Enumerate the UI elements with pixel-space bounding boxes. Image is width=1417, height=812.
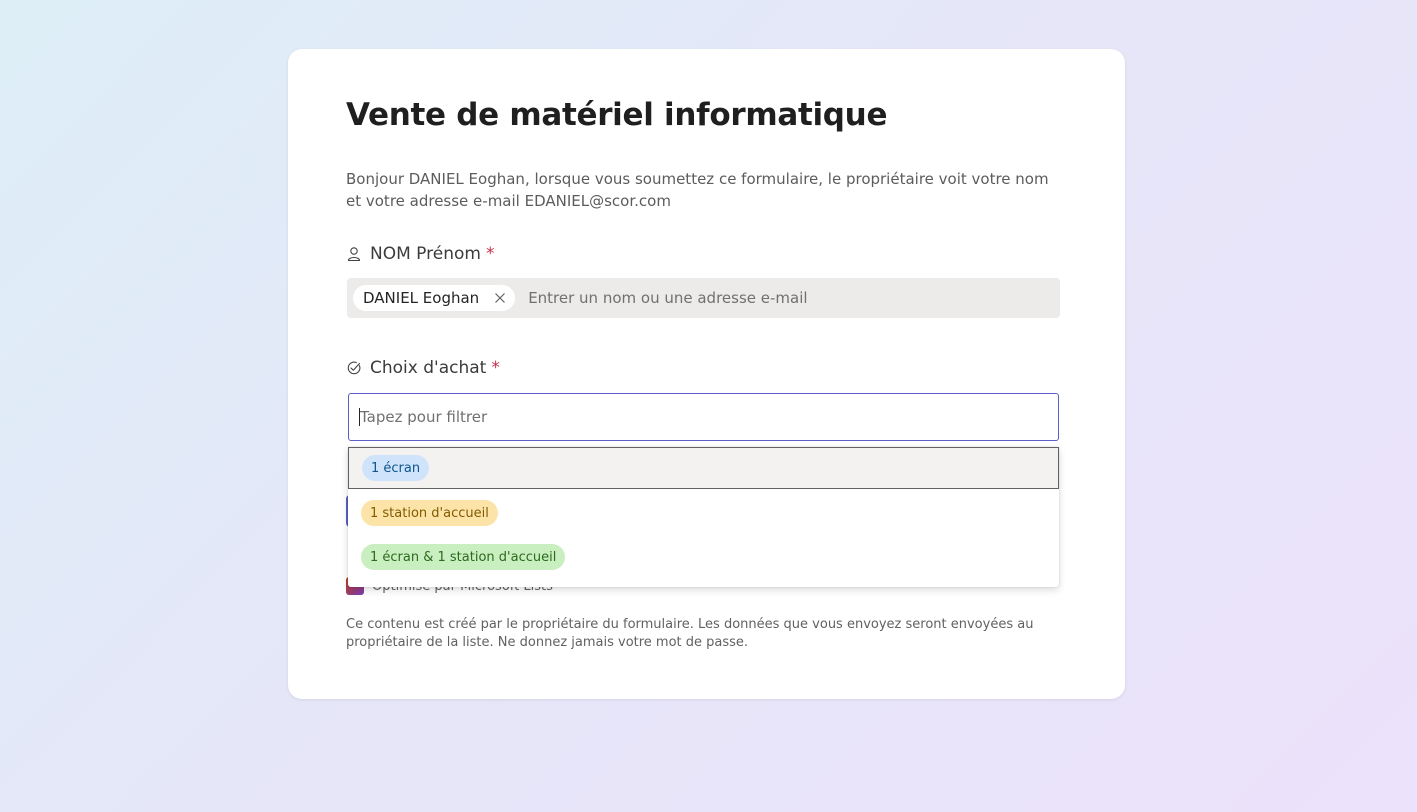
form-card: Vente de matériel informatique Bonjour D… bbox=[288, 49, 1125, 699]
form-disclaimer: Ce contenu est créé par le propriétaire … bbox=[346, 617, 1034, 650]
choice-filter-input[interactable]: Tapez pour filtrer bbox=[348, 393, 1059, 441]
option-pill: 1 station d'accueil bbox=[361, 500, 498, 526]
option-pill: 1 écran & 1 station d'accueil bbox=[361, 544, 566, 570]
name-field-label: NOM Prénom * bbox=[346, 244, 494, 264]
choice-field-label-text: Choix d'achat bbox=[370, 358, 487, 378]
dropdown-option[interactable]: 1 écran & 1 station d'accueil bbox=[348, 536, 1059, 578]
selected-person-chip: DANIEL Eoghan bbox=[353, 285, 516, 311]
option-pill: 1 écran bbox=[362, 455, 430, 481]
required-mark: * bbox=[485, 244, 495, 264]
close-icon[interactable] bbox=[493, 291, 507, 305]
choice-dropdown: 1 écran 1 station d'accueil 1 écran & 1 … bbox=[348, 447, 1059, 587]
choice-field-label: Choix d'achat * bbox=[346, 358, 500, 378]
required-mark: * bbox=[491, 358, 500, 378]
people-picker-placeholder[interactable]: Entrer un nom ou une adresse e-mail bbox=[528, 289, 807, 307]
selected-person-name: DANIEL Eoghan bbox=[363, 289, 480, 307]
choice-check-icon bbox=[346, 360, 362, 376]
person-icon bbox=[346, 246, 362, 262]
choice-filter-placeholder[interactable]: Tapez pour filtrer bbox=[360, 408, 487, 426]
dropdown-option[interactable]: 1 station d'accueil bbox=[348, 492, 1059, 534]
dropdown-option[interactable]: 1 écran bbox=[348, 447, 1059, 489]
name-field-label-text: NOM Prénom bbox=[370, 244, 481, 264]
form-intro: Bonjour DANIEL Eoghan, lorsque vous soum… bbox=[346, 170, 1049, 210]
form-title: Vente de matériel informatique bbox=[346, 97, 888, 133]
people-picker-input[interactable]: DANIEL Eoghan Entrer un nom ou une adres… bbox=[347, 278, 1060, 318]
